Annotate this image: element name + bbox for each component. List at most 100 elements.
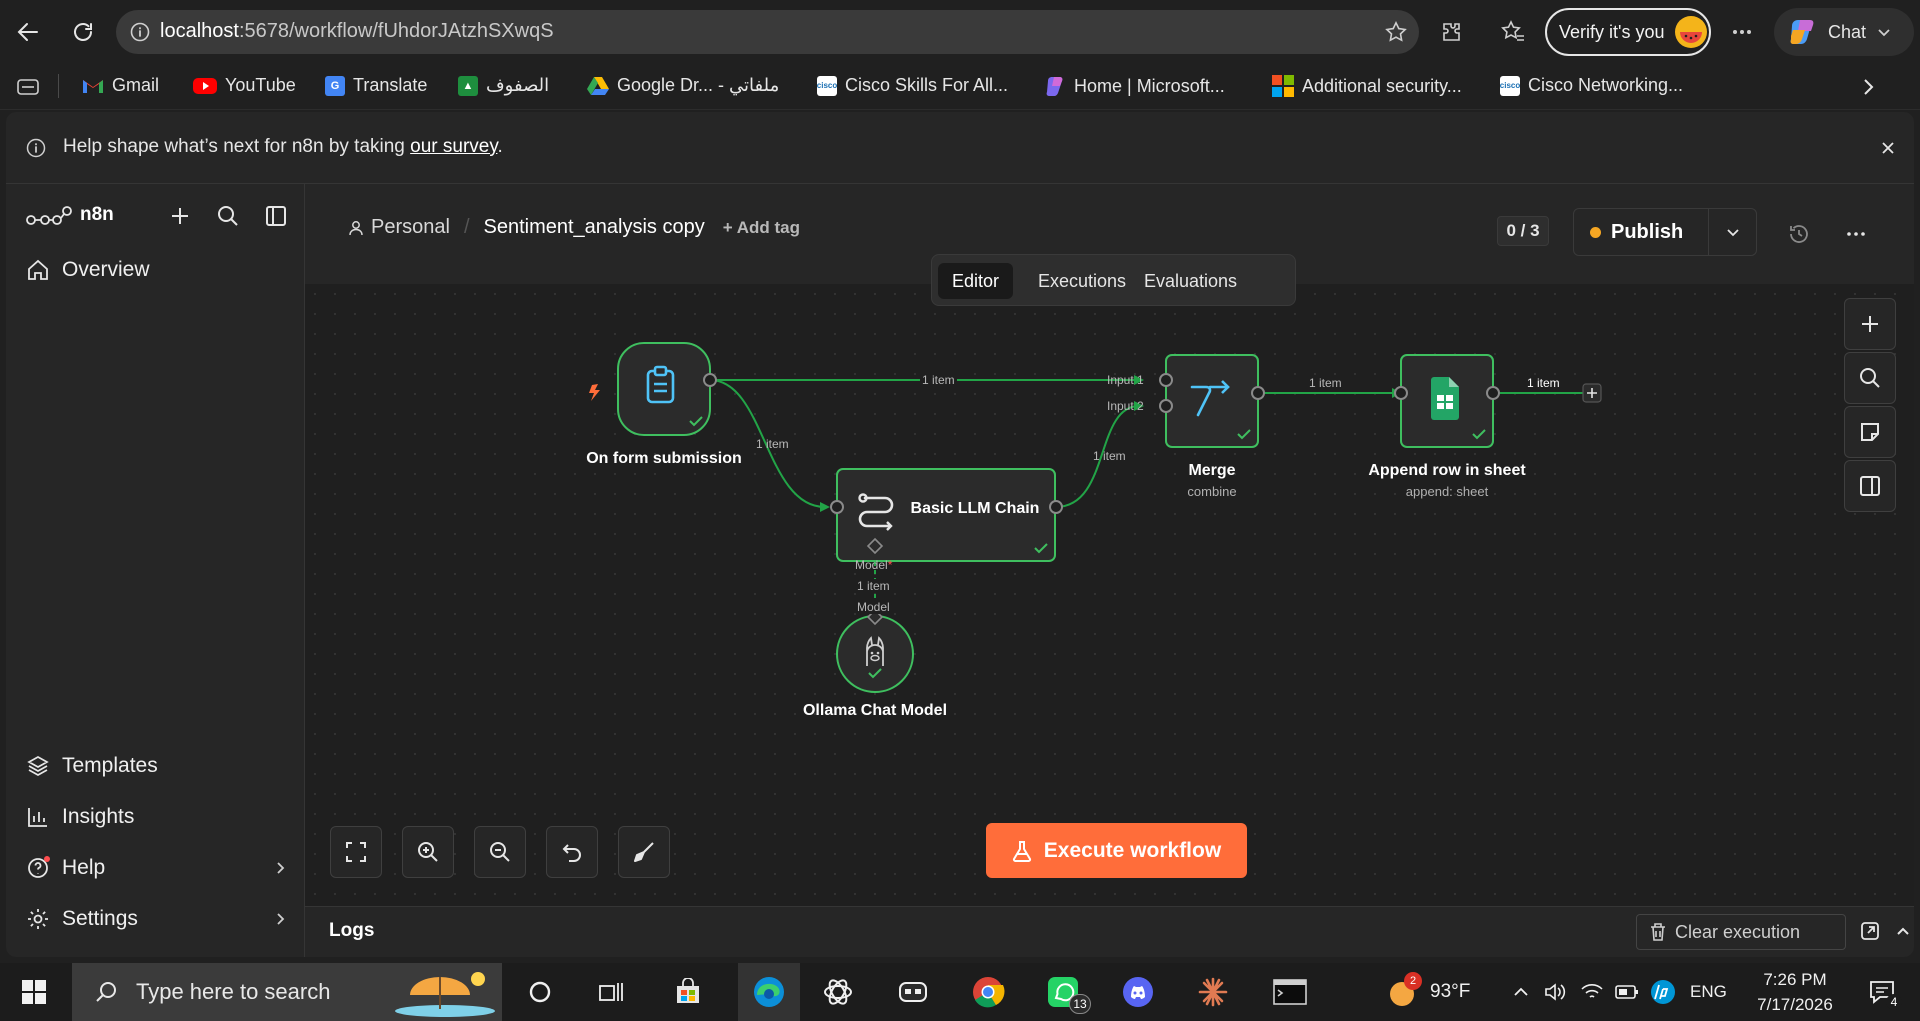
publish-button[interactable]: Publish: [1574, 221, 1708, 244]
store-button[interactable]: [668, 972, 708, 1012]
language-indicator[interactable]: ENG: [1690, 982, 1727, 1002]
clear-execution-button[interactable]: Clear execution: [1636, 914, 1846, 950]
discord-button[interactable]: [1118, 972, 1158, 1012]
app-button[interactable]: [893, 972, 933, 1012]
verify-profile-button[interactable]: Verify it's you: [1545, 8, 1711, 56]
sticky-note-button[interactable]: [1844, 406, 1896, 458]
workflow-counter: 0 / 3: [1497, 216, 1549, 246]
project-link[interactable]: Personal: [371, 216, 450, 239]
bookmark-label: Cisco Networking...: [1528, 75, 1684, 95]
output-handle: [1049, 500, 1063, 514]
url-text[interactable]: localhost:5678/workflow/fUhdorJAtzhSXwqS: [160, 20, 554, 43]
flask-icon: [1012, 840, 1031, 862]
logs-panel-bar[interactable]: Logs Clear execution: [305, 906, 1914, 957]
task-view-button[interactable]: [591, 972, 631, 1012]
lightning-icon: [589, 384, 600, 401]
publish-dropdown-button[interactable]: [1709, 224, 1756, 240]
chevron-right-icon: [277, 862, 285, 874]
execute-workflow-button[interactable]: Execute workflow: [986, 823, 1247, 878]
temperature[interactable]: 93°F: [1430, 981, 1470, 1003]
fit-view-button[interactable]: [330, 826, 382, 878]
toggle-panel-button[interactable]: [1844, 460, 1896, 512]
wifi-icon[interactable]: [1580, 981, 1604, 1003]
close-icon[interactable]: [1880, 140, 1896, 156]
url-path: :5678/workflow/fUhdorJAtzhSXwqS: [238, 20, 554, 42]
sidebar-item-templates[interactable]: Templates: [26, 754, 158, 778]
zoom-in-icon: [418, 842, 438, 862]
sidebar-toggle-icon[interactable]: [264, 204, 288, 228]
favorites-button[interactable]: [1493, 12, 1533, 52]
battery-icon[interactable]: [1615, 983, 1639, 1001]
add-tag-button[interactable]: + Add tag: [723, 218, 800, 238]
tab-evaluations[interactable]: Evaluations: [1130, 263, 1251, 299]
workflow-canvas[interactable]: On form submission Basic LLM Chain Merge…: [305, 254, 1914, 906]
search-nodes-button[interactable]: [1844, 352, 1896, 404]
zoom-out-button[interactable]: [474, 826, 526, 878]
windows-logo-icon: [22, 980, 46, 1004]
address-bar[interactable]: localhost:5678/workflow/fUhdorJAtzhSXwqS: [116, 10, 1419, 54]
sidebar-item-overview[interactable]: Overview: [26, 258, 150, 282]
sidebar-item-insights[interactable]: Insights: [26, 805, 134, 829]
copilot-chat-button[interactable]: Chat: [1774, 8, 1914, 56]
model-output-label: Model: [857, 600, 890, 614]
pop-out-icon[interactable]: [1860, 921, 1880, 941]
tidy-up-button[interactable]: [618, 826, 670, 878]
taskbar-search[interactable]: Type here to search: [72, 963, 502, 1021]
more-options-button[interactable]: [1722, 12, 1762, 52]
survey-link[interactable]: our survey: [410, 136, 497, 157]
workflow-name[interactable]: Sentiment_analysis copy: [484, 216, 705, 239]
sidebar-item-help[interactable]: Help: [26, 856, 288, 880]
add-node-button[interactable]: [1844, 298, 1896, 350]
zoom-in-button[interactable]: [402, 826, 454, 878]
chatgpt-button[interactable]: [818, 972, 858, 1012]
terminal-button[interactable]: [1268, 972, 1312, 1012]
bookmark-cisco-networking[interactable]: cisco Cisco Networking...: [1500, 75, 1683, 96]
more-horizontal-icon[interactable]: [1845, 223, 1867, 245]
reading-list-icon[interactable]: [16, 77, 40, 97]
chrome-button[interactable]: [968, 972, 1008, 1012]
bookmark-google-drive[interactable]: Google Dr... - ملفاتي: [587, 75, 779, 96]
notification-badge: 13: [1069, 994, 1091, 1014]
bookmark-microsoft-home[interactable]: Home | Microsoft...: [1044, 75, 1225, 97]
panel-right-icon: [1860, 476, 1880, 496]
n8n-logo-icon[interactable]: [26, 206, 72, 228]
bookmark-translate[interactable]: G Translate: [325, 75, 427, 96]
input-handle: [1394, 386, 1408, 400]
notifications-button[interactable]: 4: [1862, 972, 1902, 1012]
edge-button[interactable]: [738, 963, 800, 1021]
chevron-right-icon[interactable]: [1858, 77, 1878, 97]
star-icon[interactable]: [1384, 20, 1408, 44]
volume-icon[interactable]: [1543, 981, 1567, 1003]
undo-button[interactable]: [546, 826, 598, 878]
bookmark-gmail[interactable]: Gmail: [82, 75, 159, 96]
sidebar-item-settings[interactable]: Settings: [26, 907, 288, 931]
bookmark-additional-security[interactable]: Additional security...: [1272, 75, 1462, 97]
info-icon[interactable]: [130, 22, 150, 42]
start-button[interactable]: [14, 972, 54, 1012]
claude-button[interactable]: [1193, 972, 1233, 1012]
whatsapp-button[interactable]: 13: [1043, 972, 1091, 1014]
clock-date[interactable]: 7/17/2026: [1740, 995, 1850, 1015]
clock-time[interactable]: 7:26 PM: [1750, 970, 1840, 990]
chevron-up-icon[interactable]: [1895, 923, 1911, 939]
history-icon[interactable]: [1788, 223, 1810, 245]
back-button[interactable]: [8, 12, 48, 52]
sidebar: n8n Overview Templates Insights Help Set…: [6, 184, 305, 957]
bookmark-label: Home | Microsoft...: [1074, 75, 1225, 96]
bookmark-youtube[interactable]: YouTube: [193, 75, 296, 96]
refresh-button[interactable]: [63, 12, 103, 52]
search-icon[interactable]: [216, 204, 240, 228]
hp-logo-icon[interactable]: [1650, 979, 1676, 1005]
plus-icon[interactable]: [168, 204, 192, 228]
arrow-head: [820, 502, 830, 512]
tab-editor[interactable]: Editor: [938, 263, 1014, 299]
bookmark-cisco-skills[interactable]: cisco Cisco Skills For All...: [817, 75, 1008, 96]
maximize-icon: [346, 842, 366, 862]
cortana-button[interactable]: [520, 972, 560, 1012]
bookmark-classroom[interactable]: ▲ الصفوف: [458, 75, 549, 96]
extensions-button[interactable]: [1431, 12, 1471, 52]
search-placeholder: Type here to search: [136, 979, 331, 1004]
weather-button[interactable]: 2: [1382, 972, 1422, 1012]
chevron-up-icon[interactable]: [1512, 983, 1530, 1001]
tab-executions[interactable]: Executions: [1024, 263, 1140, 299]
